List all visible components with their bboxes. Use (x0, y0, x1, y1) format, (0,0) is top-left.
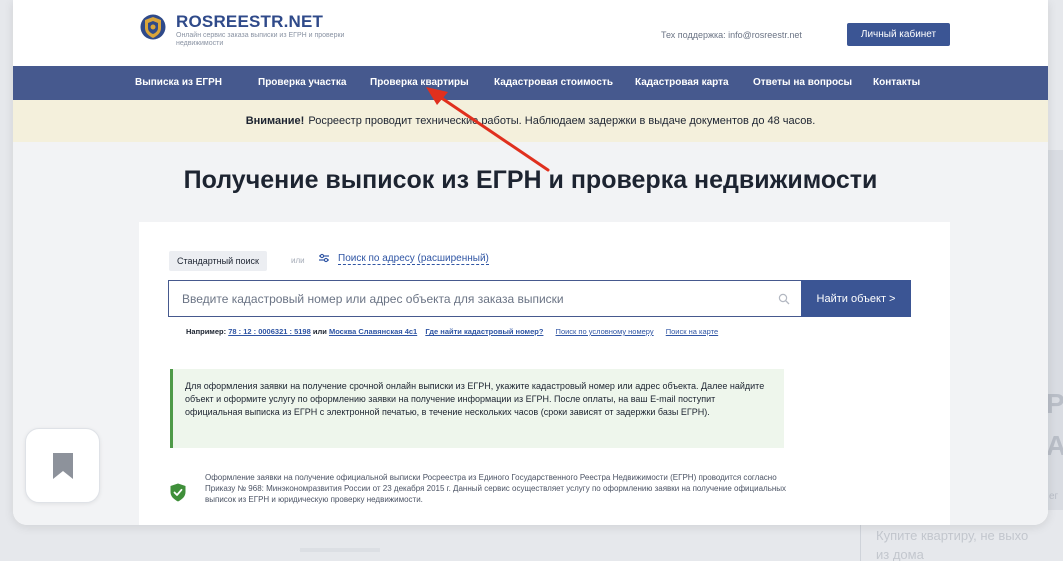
example-address-link[interactable]: Москва Славянская 4с1 (329, 327, 417, 336)
bookmark-icon (52, 452, 73, 479)
logo-subtitle: Онлайн сервис заказа выписки из ЕГРН и п… (176, 32, 345, 47)
search-icon (778, 293, 790, 305)
examples-label: Например: (186, 327, 227, 336)
search-panel: Стандартный поиск или Поиск по адресу (р… (139, 222, 950, 525)
info-box: Для оформления заявки на получение срочн… (170, 369, 784, 448)
background-text: А (1046, 430, 1063, 461)
example-cadastral-link[interactable]: 78 : 12 : 0006321 : 5198 (228, 327, 311, 336)
find-object-button[interactable]: Найти объект > (801, 280, 911, 317)
logo-title[interactable]: ROSREESTR.NET (176, 12, 323, 32)
legal-text: Оформление заявки на получение официальн… (205, 473, 787, 504)
background-strip (300, 548, 380, 552)
conditional-number-link[interactable]: Поиск по условному номеру (556, 327, 654, 336)
help-cadastral-link[interactable]: Где найти кадастровый номер? (425, 327, 543, 336)
background-text: Купите квартиру, не выхо (876, 528, 1029, 543)
main-navigation: Выписка из ЕГРН Проверка участка Проверк… (13, 66, 1048, 100)
nav-item-cadastral-map[interactable]: Кадастровая карта (635, 77, 729, 88)
page-card: ROSREESTR.NET Онлайн сервис заказа выпис… (13, 0, 1048, 525)
bookmark-button[interactable] (25, 428, 100, 503)
tab-standard-search[interactable]: Стандартный поиск (169, 251, 267, 271)
page-title: Получение выписок из ЕГРН и проверка нед… (183, 166, 878, 194)
support-contact[interactable]: Тех поддержка: info@rosreestr.net (661, 30, 802, 40)
nav-item-cadastral-value[interactable]: Кадастровая стоимость (494, 77, 613, 88)
nav-item-faq[interactable]: Ответы на вопросы (753, 77, 852, 88)
check-shield-icon (170, 483, 186, 502)
nav-item-egrn-extract[interactable]: Выписка из ЕГРН (135, 77, 222, 88)
search-field (168, 280, 801, 317)
tab-separator: или (291, 256, 305, 265)
search-examples: Например: 78 : 12 : 0006321 : 5198 или М… (186, 327, 718, 336)
notice-text: Росреестр проводит технические работы. Н… (308, 115, 816, 127)
notice-banner: Внимание! Росреестр проводит технические… (13, 100, 1048, 142)
tab-advanced-address-search[interactable]: Поиск по адресу (расширенный) (338, 253, 489, 265)
search-input[interactable] (169, 281, 769, 316)
top-header: ROSREESTR.NET Онлайн сервис заказа выпис… (13, 0, 1048, 66)
background-divider (860, 520, 861, 561)
personal-cabinet-button[interactable]: Личный кабинет (847, 23, 950, 46)
background-text: Р (1046, 388, 1063, 419)
nav-item-check-plot[interactable]: Проверка участка (258, 77, 346, 88)
filter-sliders-icon[interactable] (318, 252, 330, 264)
nav-item-contacts[interactable]: Контакты (873, 77, 920, 88)
background-text: из дома (876, 547, 924, 561)
background-text: ег (1049, 491, 1059, 502)
examples-or: или (312, 327, 327, 336)
search-on-map-link[interactable]: Поиск на карте (666, 327, 718, 336)
emblem-shield-icon[interactable] (140, 12, 166, 42)
nav-item-check-apartment[interactable]: Проверка квартиры (370, 77, 469, 88)
notice-bold: Внимание! (245, 115, 305, 127)
